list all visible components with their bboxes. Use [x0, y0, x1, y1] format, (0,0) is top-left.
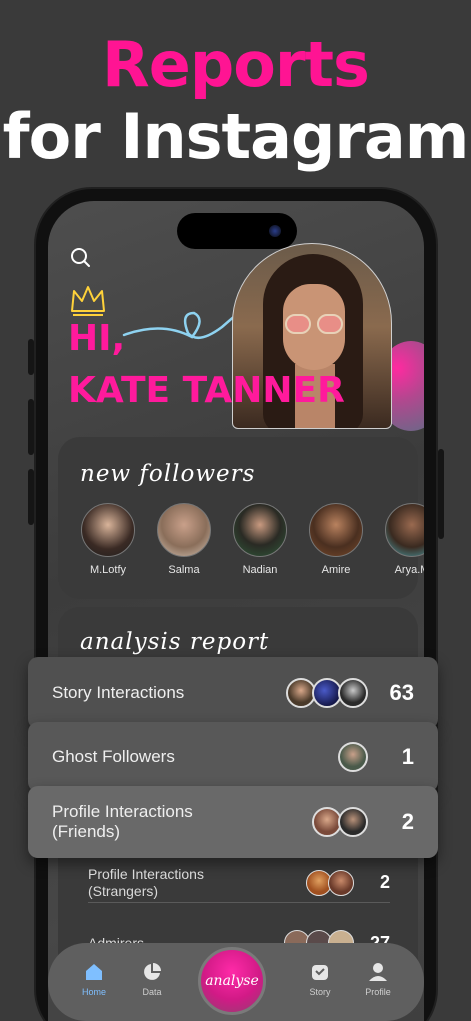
analyse-button[interactable]: analyse [198, 947, 266, 1015]
follower-name: M.Lotfy [89, 564, 127, 576]
follower-item[interactable]: M.Lotfy [80, 503, 136, 576]
nav-label: Home [81, 987, 106, 997]
avatar [385, 503, 424, 557]
nav-label: Data [142, 987, 162, 997]
dynamic-island [177, 213, 297, 249]
avatar [338, 807, 368, 837]
profile-interactions-friends-row[interactable]: Profile Interactions (Friends) 2 [28, 786, 438, 858]
greeting-name: KATE TANNER [68, 370, 345, 411]
avatar-stack [306, 869, 354, 896]
headline-for-instagram: for Instagram [2, 100, 470, 173]
avatar [338, 678, 368, 708]
analyse-label: analyse [205, 973, 259, 989]
avatar [309, 503, 363, 557]
profile-interactions-strangers-row[interactable]: Profile Interactions (Strangers) 2 [88, 863, 390, 903]
phone-side-button [28, 399, 34, 455]
avatar [233, 503, 287, 557]
row-count: 2 [401, 809, 414, 834]
nav-label: Story [309, 987, 331, 997]
headline-reports: Reports [102, 28, 370, 101]
search-icon[interactable] [68, 245, 94, 271]
ghost-followers-row[interactable]: Ghost Followers 1 [28, 722, 438, 792]
row-label: Ghost Followers [52, 747, 175, 766]
new-followers-card: new followers M.Lotfy Salma Nadian Amire… [58, 437, 424, 599]
avatar-stack [338, 742, 368, 772]
phone-side-button [28, 469, 34, 525]
row-label: Profile Interactions (Strangers) [88, 865, 204, 899]
follower-item[interactable]: Arya.M [384, 503, 424, 576]
phone-side-button [438, 449, 444, 539]
nav-data[interactable]: Data [132, 961, 172, 997]
row-count: 1 [401, 744, 414, 769]
follower-name: Arya.M [394, 564, 424, 576]
row-label: Profile Interactions (Friends) [52, 802, 193, 841]
nav-story[interactable]: Story [300, 961, 340, 997]
phone-side-button [28, 339, 34, 375]
bottom-nav: Home Data analyse Story Profile [48, 943, 424, 1021]
home-icon [86, 964, 102, 980]
story-interactions-row[interactable]: Story Interactions 63 [28, 657, 438, 729]
follower-name: Amire [321, 564, 351, 576]
crown-icon [71, 286, 105, 316]
follower-name: Nadian [242, 564, 278, 576]
row-count: 2 [379, 872, 390, 892]
follower-name: Salma [168, 564, 200, 576]
new-followers-title: new followers [76, 461, 255, 489]
avatar-stack [286, 678, 368, 708]
row-count: 63 [389, 680, 414, 705]
avatar [157, 503, 211, 557]
camera-icon [269, 225, 281, 237]
follower-item[interactable]: Amire [308, 503, 364, 576]
nav-label: Profile [365, 987, 391, 997]
nav-home[interactable]: Home [74, 961, 114, 997]
greeting-hi: HI, [68, 318, 126, 359]
row-label: Story Interactions [52, 683, 185, 702]
follower-item[interactable]: Salma [156, 503, 212, 576]
avatar [338, 742, 368, 772]
follower-item[interactable]: Nadian [232, 503, 288, 576]
avatar [328, 869, 354, 896]
analysis-report-title: analysis report [76, 629, 269, 657]
avatar-stack [312, 807, 368, 837]
followers-list: M.Lotfy Salma Nadian Amire Arya.M [80, 503, 424, 576]
story-icon [312, 965, 328, 980]
avatar [81, 503, 135, 557]
pie-chart-icon [144, 963, 161, 980]
user-icon [369, 963, 387, 981]
nav-profile[interactable]: Profile [358, 961, 398, 997]
